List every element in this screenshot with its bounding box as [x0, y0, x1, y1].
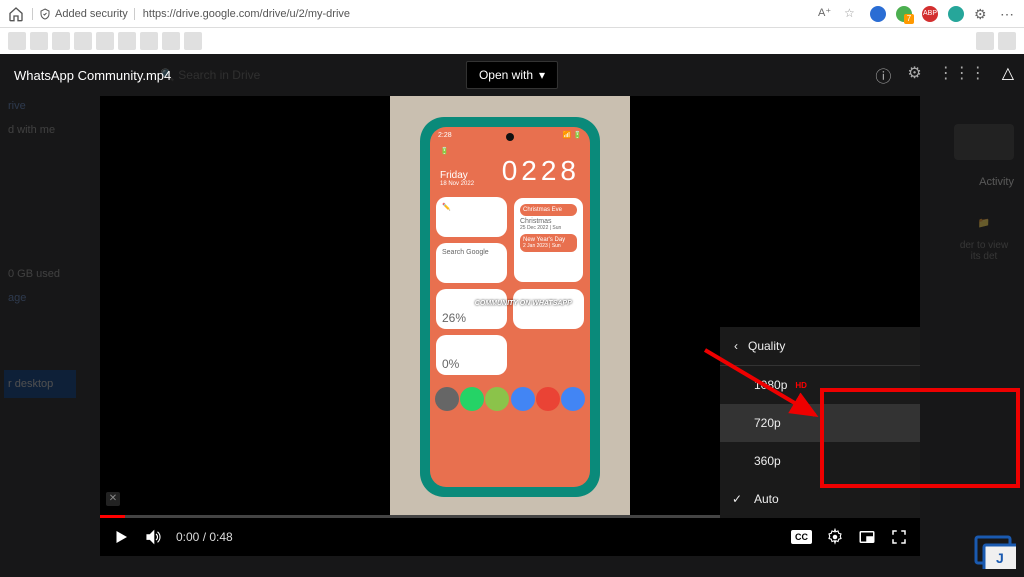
stat-widget: 0% [436, 335, 507, 375]
captions-button[interactable]: CC [791, 530, 812, 544]
video-player: 2:28📶 🔋 🔋 Friday 18 Nov 2022 0228 ✏️ [100, 96, 920, 556]
calendar-widget: Christmas Eve Christmas 25 Dec 2022 | Su… [513, 197, 584, 283]
favorite-icon[interactable]: ☆ [844, 6, 860, 22]
help-icon[interactable]: ⓘ [875, 63, 891, 87]
play-icon[interactable] [112, 528, 130, 546]
extension-badge-icon[interactable] [896, 6, 912, 22]
abp-icon[interactable]: ABP [922, 6, 938, 22]
bookmark-bar [0, 28, 1024, 54]
site-logo: J [974, 535, 1016, 569]
settings-icon[interactable]: ⚙ [974, 6, 990, 22]
home-icon[interactable] [8, 6, 24, 22]
text-size-icon[interactable]: A⁺ [818, 6, 834, 22]
browser-address-bar: Added security https://drive.google.com/… [0, 0, 1024, 28]
miniplayer-icon[interactable] [858, 528, 876, 546]
quality-option-360p[interactable]: 360p [720, 442, 920, 480]
video-watermark: COMMUNITY ON WHATSAPP [475, 300, 572, 307]
url-text[interactable]: https://drive.google.com/drive/u/2/my-dr… [143, 8, 810, 20]
volume-icon[interactable] [144, 528, 162, 546]
chevron-down-icon: ▾ [539, 68, 545, 82]
widget: ✏️ [436, 197, 507, 237]
extension-icons: A⁺ ☆ ABP ⚙ ⋯ [818, 6, 1016, 22]
blank-widget [513, 289, 584, 329]
settings-icon[interactable]: ⚙ [907, 63, 921, 87]
gear-icon[interactable] [826, 528, 844, 546]
file-name: WhatsApp Community.mp4 [14, 68, 171, 83]
menu-icon[interactable]: ⋯ [1000, 6, 1016, 22]
apps-icon[interactable]: ⋮⋮⋮ [938, 63, 986, 87]
account-icon[interactable]: △ [1002, 63, 1014, 87]
security-label: Added security [55, 8, 128, 20]
security-indicator[interactable]: Added security [32, 8, 135, 20]
open-with-button[interactable]: Open with ▾ [466, 61, 558, 89]
preview-toolbar: WhatsApp Community.mp4 Open with ▾ ⓘ ⚙ ⋮… [0, 54, 1024, 96]
extension-icon[interactable] [948, 6, 964, 22]
shield-icon [39, 8, 51, 20]
phone-mockup: 2:28📶 🔋 🔋 Friday 18 Nov 2022 0228 ✏️ [420, 117, 600, 497]
annotation-arrow [700, 345, 830, 425]
search-widget: Search Google [436, 243, 507, 283]
player-controls: 0:00 / 0:48 CC [100, 518, 920, 556]
dock [430, 381, 590, 417]
svg-text:J: J [996, 550, 1004, 566]
fullscreen-icon[interactable] [890, 528, 908, 546]
time-display: 0:00 / 0:48 [176, 530, 233, 544]
stat-widget: 26% [436, 289, 507, 329]
close-overlay-icon[interactable]: ✕ [106, 492, 120, 506]
extension-icon[interactable] [870, 6, 886, 22]
checkmark-icon: ✓ [732, 492, 742, 506]
quality-option-auto[interactable]: ✓ Auto [720, 480, 920, 518]
